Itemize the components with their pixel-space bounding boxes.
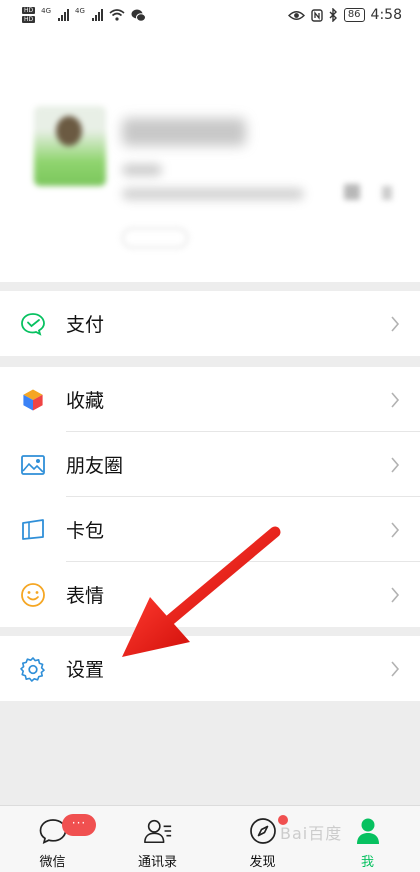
menu-item-label: 支付 (66, 314, 105, 336)
image-icon (20, 452, 46, 478)
menu-item-moments[interactable]: 朋友圈 (0, 432, 420, 497)
tab-discover[interactable]: 发现 (210, 806, 315, 872)
qr-code-icon[interactable] (344, 184, 360, 200)
status-right: 86 4:58 (287, 7, 402, 23)
tab-label: 发现 (249, 855, 276, 870)
chevron-right-icon (391, 521, 400, 538)
hd-badge: HD (22, 16, 36, 23)
tab-contacts[interactable]: 通讯录 (105, 806, 210, 872)
menu-item-favorites[interactable]: 收藏 (0, 367, 420, 432)
blurred-status-button[interactable] (122, 228, 188, 248)
smiley-icon (20, 582, 46, 608)
menu-item-label: 表情 (66, 585, 105, 607)
wechat-notification-icon (131, 9, 146, 22)
avatar[interactable] (34, 106, 106, 186)
network-label: 4G (41, 7, 52, 15)
chevron-right-icon (391, 586, 400, 603)
contacts-icon (143, 816, 173, 846)
pay-icon (20, 311, 46, 337)
menu-group-features: 收藏 朋友圈 卡包 表情 (0, 367, 420, 627)
battery-indicator: 86 (343, 8, 365, 22)
hd-indicators: HD HD (22, 7, 36, 23)
chevron-right-icon (391, 660, 400, 677)
menu-group-pay: 支付 (0, 291, 420, 356)
tab-label: 通讯录 (137, 855, 177, 870)
tab-chats[interactable]: ··· 微信 (0, 806, 105, 872)
chevron-right-icon (391, 315, 400, 332)
compass-icon (248, 816, 278, 846)
notification-dot (278, 815, 288, 825)
menu-item-pay[interactable]: 支付 (0, 291, 420, 356)
blurred-wechat-id (122, 188, 304, 200)
tab-label: 我 (360, 855, 374, 870)
status-bar: HD HD 4G 4G 86 4:58 (0, 0, 420, 30)
blurred-wechat-id-label (122, 164, 162, 176)
nfc-icon (311, 8, 323, 22)
chevron-right-icon (391, 456, 400, 473)
menu-item-stickers[interactable]: 表情 (0, 562, 420, 627)
bottom-tab-bar: ··· 微信 通讯录 发现 我 (0, 805, 420, 872)
network-label: 4G (75, 7, 85, 15)
blurred-nickname (122, 118, 246, 146)
gear-icon (20, 656, 46, 682)
menu-item-label: 卡包 (66, 520, 105, 542)
card-icon (20, 517, 46, 543)
chevron-right-icon[interactable] (382, 186, 392, 200)
profile-header[interactable] (0, 30, 420, 282)
menu-item-settings[interactable]: 设置 (0, 636, 420, 701)
menu-item-label: 收藏 (66, 390, 105, 412)
eye-icon (287, 10, 305, 20)
bluetooth-icon (329, 8, 337, 22)
unread-badge: ··· (62, 814, 96, 836)
cube-icon (20, 387, 46, 413)
signal-icon (91, 9, 103, 21)
chevron-right-icon (391, 391, 400, 408)
hd-badge: HD (22, 7, 36, 14)
menu-item-label: 设置 (66, 659, 105, 681)
status-time: 4:58 (370, 7, 402, 23)
status-left: HD HD 4G 4G (22, 7, 146, 23)
tab-me[interactable]: 我 (315, 806, 420, 872)
menu-item-cards[interactable]: 卡包 (0, 497, 420, 562)
person-icon (353, 816, 383, 846)
menu-item-label: 朋友圈 (66, 455, 124, 477)
signal-icon (58, 9, 70, 21)
wifi-icon (109, 9, 125, 21)
menu-group-settings: 设置 (0, 636, 420, 701)
tab-label: 微信 (39, 855, 66, 870)
